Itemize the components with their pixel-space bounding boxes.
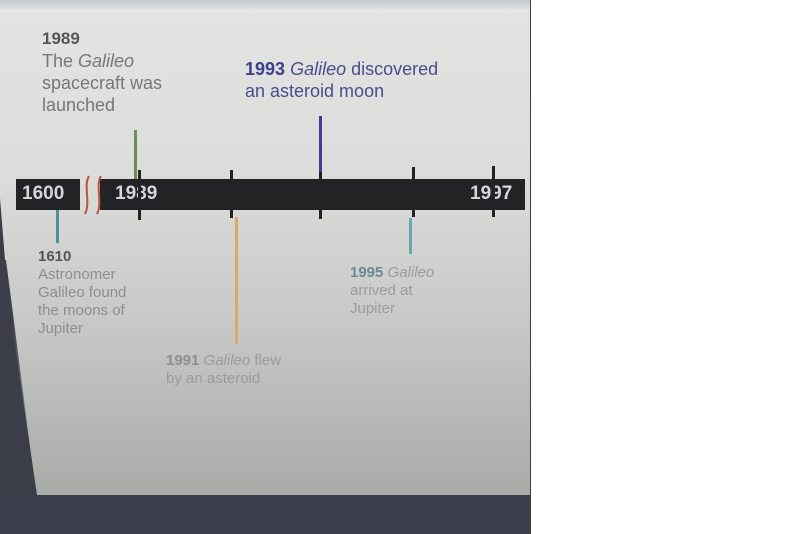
axis-break-mark-right: [96, 175, 102, 215]
event-1991-stem: [235, 217, 238, 344]
event-1989-desc: The Galileo spacecraft was launched: [42, 51, 163, 115]
monitor-bezel: [0, 495, 531, 534]
event-1991-label: 1991 Galileo flew by an asteroid: [166, 352, 282, 387]
tick-1997: [492, 166, 495, 217]
event-1989-label: 1989 The Galileo spacecraft was launched: [42, 28, 162, 116]
event-1995-stem: [409, 218, 412, 254]
event-1610-year: 1610: [38, 248, 72, 265]
timeline-bar-right: [100, 179, 525, 210]
bar-label-1600: 1600: [22, 183, 65, 204]
tick-1991: [230, 170, 233, 218]
event-1993-year: 1993: [245, 59, 286, 79]
axis-break-mark-left: [84, 175, 90, 215]
event-1991-year: 1991: [166, 352, 200, 369]
tick-1993: [319, 172, 322, 219]
event-1989-year: 1989: [42, 29, 80, 48]
bar-label-1989: 1989: [115, 183, 158, 204]
event-1610-label: 1610 Astronomer Galileo found the moons …: [38, 248, 127, 337]
event-1989-stem: [134, 130, 137, 179]
event-1610-stem: [56, 210, 59, 243]
tick-1989: [138, 170, 141, 220]
event-1995-label: 1995 Galileo arrived at Jupiter: [350, 264, 435, 317]
event-1993-label: 1993 Galileo discovered an asteroid moon: [245, 59, 439, 101]
event-1993-stem: [319, 116, 322, 179]
tick-1995: [412, 167, 415, 217]
event-1995-year: 1995: [350, 264, 384, 281]
screen-top-edge: [0, 0, 530, 9]
